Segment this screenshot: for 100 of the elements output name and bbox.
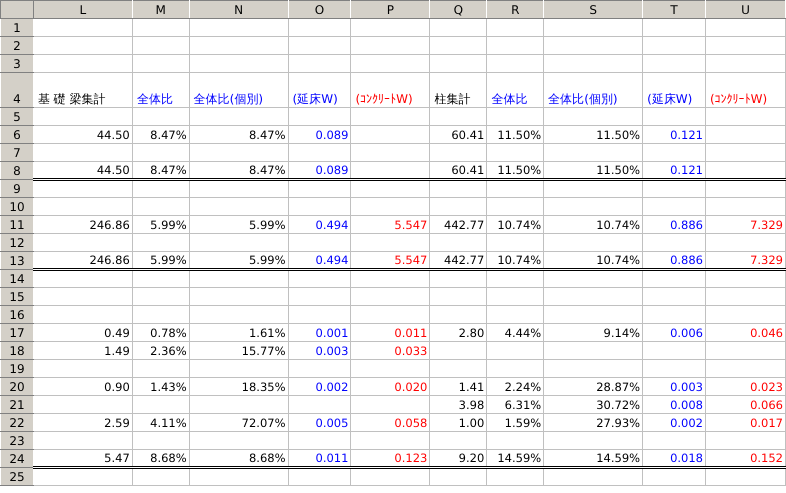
cell-value: 0.494	[316, 253, 348, 266]
cell-value: 0.033	[394, 344, 428, 358]
row-header[interactable]: 20	[0, 378, 34, 396]
row-header[interactable]: 9	[0, 180, 34, 198]
cell-value: 3.98	[458, 398, 484, 412]
row-header[interactable]: 14	[0, 270, 34, 288]
cell-value: 8.68%	[248, 451, 286, 464]
cell-value: 1.49	[104, 344, 130, 358]
cell-value: 8.47%	[248, 163, 286, 176]
column-heading: 基 礎 梁集計	[38, 92, 106, 106]
cell-value: 5.99%	[150, 218, 187, 232]
row-header[interactable]: 22	[0, 414, 34, 432]
cell-value: 1.00	[458, 416, 484, 430]
column-header[interactable]: P	[350, 0, 430, 18]
row-header[interactable]: 8	[0, 162, 34, 180]
column-heading: (ｺﾝｸﾘｰﾄW)	[710, 92, 768, 106]
cell-value: 27.93%	[596, 416, 640, 430]
cell-value: 0.123	[394, 451, 428, 464]
row-header[interactable]: 10	[0, 198, 34, 216]
cell-value: 30.72%	[596, 398, 640, 412]
cell-value: 2.36%	[150, 344, 187, 358]
row-header[interactable]: 5	[0, 108, 34, 126]
row-header[interactable]: 2	[0, 36, 34, 54]
cell-value: 0.058	[394, 416, 428, 430]
cell-value: 0.886	[670, 218, 703, 232]
cell-value: 1.59%	[504, 416, 542, 430]
cell-value: 0.90	[104, 380, 130, 394]
cell-value: 7.329	[750, 253, 783, 266]
cell-value: 0.002	[316, 380, 348, 394]
cell-value: 5.99%	[248, 218, 286, 232]
cell-value: 11.50%	[497, 128, 542, 142]
cell-value: 10.74%	[497, 218, 542, 232]
cell-value: 1.43%	[150, 380, 187, 394]
row-header[interactable]: 24	[0, 450, 34, 468]
column-heading: 全体比(個別)	[548, 92, 618, 106]
cell-value: 0.017	[750, 416, 783, 430]
row-header[interactable]: 17	[0, 324, 34, 342]
cell-value: 15.77%	[242, 344, 286, 358]
row-header[interactable]: 4	[0, 72, 34, 108]
cell-value: 0.001	[316, 326, 348, 340]
cell-value: 0.003	[316, 344, 348, 358]
cell-value: 0.78%	[150, 326, 187, 340]
row-header[interactable]: 11	[0, 216, 34, 234]
cell-value: 0.152	[750, 451, 783, 464]
column-heading: 柱集計	[434, 92, 470, 106]
column-heading: 全体比	[491, 92, 528, 106]
cell-value: 44.50	[96, 128, 130, 142]
cell-value: 5.99%	[248, 253, 286, 266]
cell-value: 0.089	[316, 163, 348, 176]
column-heading: 全体比(個別)	[194, 92, 264, 106]
cell-value: 44.50	[96, 163, 130, 176]
cell-value: 246.86	[90, 218, 130, 232]
row-header[interactable]: 21	[0, 396, 34, 414]
row-header[interactable]: 19	[0, 360, 34, 378]
column-header[interactable]: S	[544, 0, 643, 18]
row-header[interactable]: 15	[0, 288, 34, 306]
column-header[interactable]: T	[642, 0, 706, 18]
cell-value: 0.008	[670, 398, 703, 412]
row-header[interactable]: 16	[0, 306, 34, 324]
cell-value: 5.47	[104, 451, 130, 464]
cell-value: 11.50%	[596, 163, 640, 176]
column-header[interactable]: Q	[430, 0, 487, 18]
column-header[interactable]: U	[706, 0, 786, 18]
column-heading: (ｺﾝｸﾘｰﾄW)	[355, 92, 413, 106]
row-header[interactable]: 1	[0, 18, 34, 36]
cell-value: 5.99%	[150, 253, 187, 266]
cell-value: 2.24%	[504, 380, 542, 394]
cell-value: 442.77	[444, 253, 484, 266]
row-header[interactable]: 12	[0, 234, 34, 252]
cell-value: 5.547	[394, 218, 428, 232]
cell-value: 1.41	[458, 380, 484, 394]
row-header[interactable]: 13	[0, 252, 34, 270]
cell-value: 14.59%	[596, 451, 640, 464]
cell-value: 0.066	[750, 398, 783, 412]
cell-value: 11.50%	[596, 128, 640, 142]
column-header[interactable]: M	[132, 0, 190, 18]
cell-value: 9.20	[458, 451, 484, 464]
cell-value: 442.77	[444, 218, 484, 232]
cell-value: 0.002	[670, 416, 703, 430]
cell-value: 1.61%	[248, 326, 286, 340]
column-header[interactable]: L	[33, 0, 132, 18]
row-header[interactable]: 7	[0, 144, 34, 162]
row-header[interactable]: 3	[0, 54, 34, 72]
column-header[interactable]: R	[486, 0, 544, 18]
row-header[interactable]: 23	[0, 432, 34, 450]
cell-value: 5.547	[394, 253, 428, 266]
cell-value: 2.59	[104, 416, 130, 430]
cell-value: 0.023	[750, 380, 783, 394]
row-header[interactable]: 25	[0, 468, 34, 486]
cell-value: 0.020	[394, 380, 428, 394]
row-header[interactable]: 6	[0, 126, 34, 144]
cell-value: 14.59%	[497, 451, 542, 464]
column-header[interactable]: O	[288, 0, 351, 18]
row-header[interactable]: 18	[0, 342, 34, 360]
cell-value: 0.121	[670, 128, 703, 142]
cell-value: 7.329	[750, 218, 783, 232]
cell-value: 2.80	[458, 326, 484, 340]
cell-value: 11.50%	[497, 163, 542, 176]
column-header[interactable]: N	[189, 0, 288, 18]
cell-value: 10.74%	[596, 218, 640, 232]
